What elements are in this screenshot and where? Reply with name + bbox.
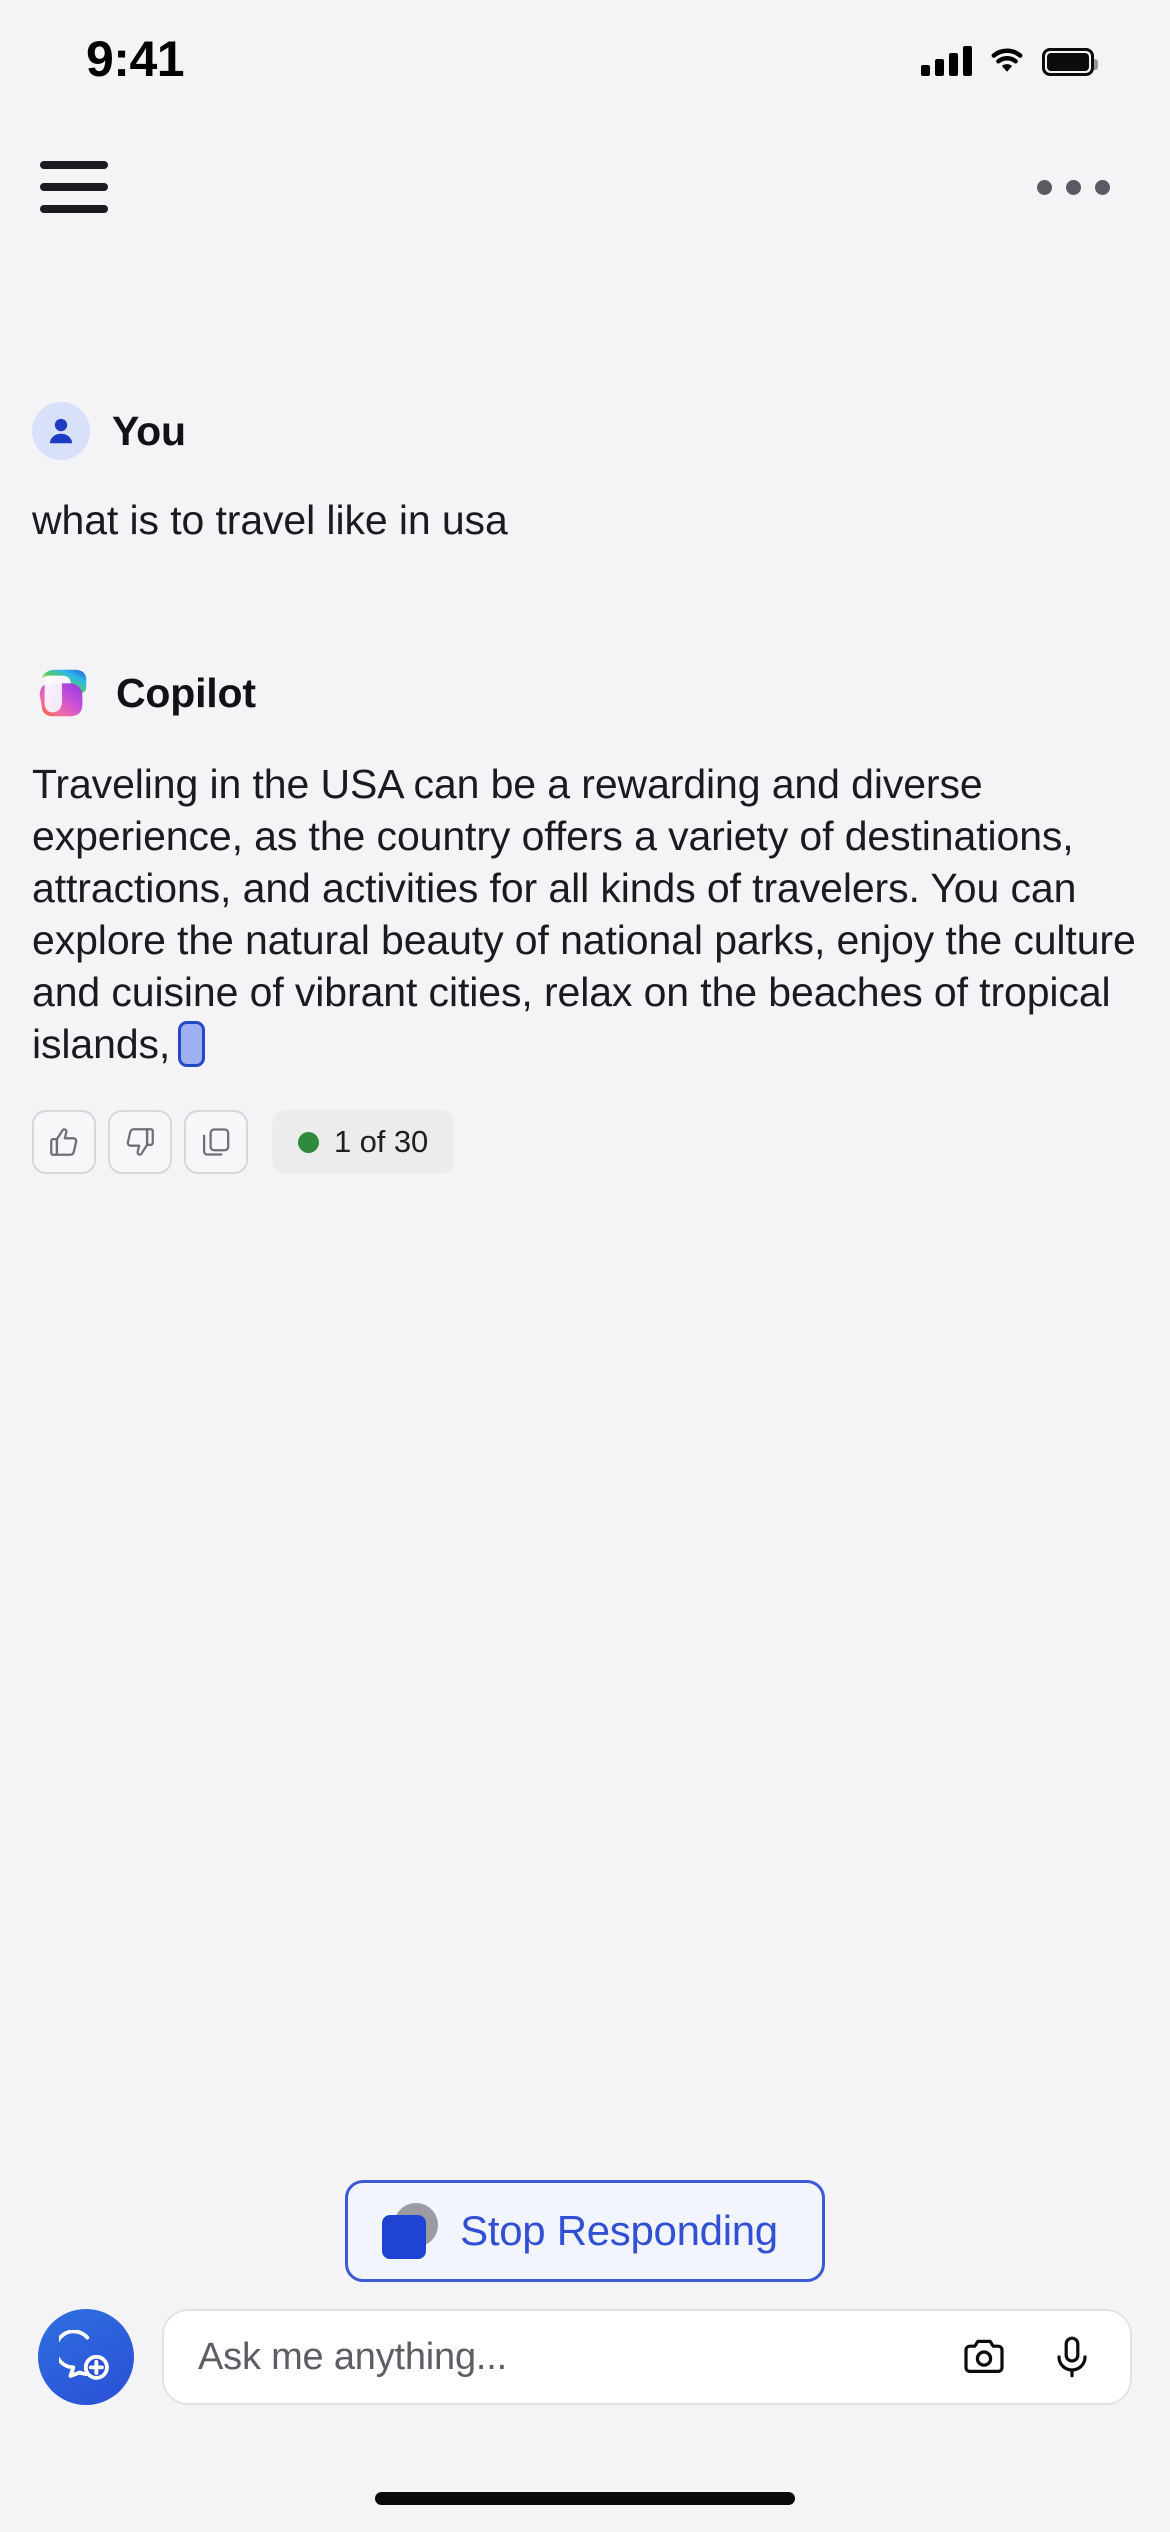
person-glyph-icon [49,418,73,444]
copy-icon [202,1128,230,1157]
battery-full-icon [1042,48,1098,76]
camera-icon [964,2339,1004,2373]
stop-square-icon [382,2203,439,2259]
response-counter-text: 1 of 30 [334,1124,429,1160]
message-text-user: what is to travel like in usa [32,497,508,543]
home-indicator-area [0,2432,1170,2532]
response-counter-badge: 1 of 30 [272,1110,455,1175]
microphone-button[interactable] [1040,2325,1104,2389]
thumbs-down-button[interactable] [108,1110,172,1175]
message-actions: 1 of 30 [32,1110,1138,1175]
message-user: You what is to travel like in usa [32,242,1138,546]
sender-name-assistant: Copilot [116,669,256,716]
copilot-logo-icon [39,669,87,717]
sender-name-user: You [112,407,186,454]
message-input-placeholder[interactable]: Ask me anything... [198,2336,928,2379]
status-indicators [921,36,1098,76]
status-time: 9:41 [86,31,185,87]
stop-responding-button[interactable]: Stop Responding [345,2180,825,2282]
copy-button[interactable] [184,1110,248,1175]
message-header-user: You [32,402,1138,460]
home-indicator[interactable] [375,2492,795,2505]
message-input-container[interactable]: Ask me anything... [162,2309,1132,2405]
microphone-icon [1057,2336,1087,2378]
stop-responding-label: Stop Responding [460,2207,778,2254]
streaming-cursor-indicator [178,1021,206,1068]
camera-button[interactable] [952,2325,1016,2389]
thumbs-up-button[interactable] [32,1110,96,1175]
new-chat-button[interactable] [38,2309,134,2405]
message-assistant: Copilot Traveling in the USA can be a re… [32,546,1138,1175]
cellular-signal-icon [921,46,972,76]
more-options-icon[interactable] [1027,170,1120,205]
message-text-assistant: Traveling in the USA can be a rewarding … [32,758,1138,1070]
new-chat-bubble-plus-icon [59,2330,109,2380]
hamburger-menu-icon[interactable] [40,161,108,213]
phone-screen: 9:41 You what is to travel like in usa C… [0,0,1170,2532]
stop-responding-container: Stop Responding [0,2180,1170,2282]
status-dot-icon [298,1131,319,1153]
nav-bar [0,132,1170,242]
person-avatar-icon [32,402,90,460]
thumbs-down-icon [126,1128,154,1157]
wifi-icon [991,48,1023,72]
thumbs-up-icon [50,1128,78,1157]
status-bar: 9:41 [0,0,1170,132]
message-header-assistant: Copilot [32,662,1138,724]
chat-scroll-area[interactable]: You what is to travel like in usa Copilo… [0,242,1170,2282]
composer-bar: Ask me anything... [0,2282,1170,2432]
